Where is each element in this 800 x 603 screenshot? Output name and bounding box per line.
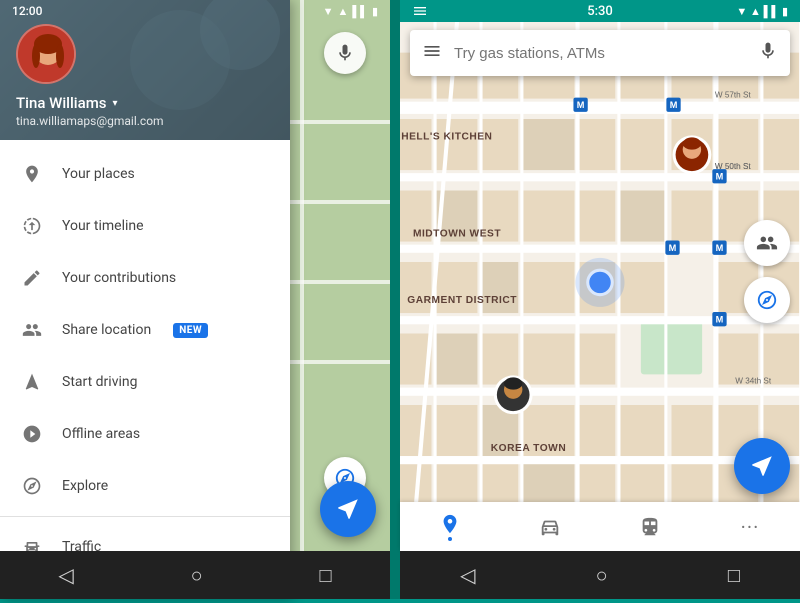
- menu-label-start-driving: Start driving: [62, 374, 137, 390]
- svg-text:M: M: [716, 243, 724, 253]
- tab-bar-right: ···: [400, 502, 800, 551]
- recent-button-left[interactable]: □: [319, 563, 331, 588]
- svg-text:HELL'S KITCHEN: HELL'S KITCHEN: [401, 131, 492, 142]
- status-bar-right: 5:30 ▼ ▲ ▌▌ ▮: [400, 0, 800, 22]
- svg-text:W 34th St: W 34th St: [735, 377, 772, 386]
- user-avatar: [16, 24, 76, 84]
- svg-text:M: M: [716, 314, 724, 324]
- time-left: 12:00: [12, 4, 42, 18]
- time-right: 5:30: [587, 4, 613, 19]
- chevron-down-icon[interactable]: ▾: [113, 98, 118, 109]
- svg-text:M: M: [577, 100, 585, 110]
- menu-label-your-contributions: Your contributions: [62, 270, 176, 286]
- svg-text:MIDTOWN WEST: MIDTOWN WEST: [413, 228, 501, 239]
- svg-text:M: M: [669, 243, 677, 253]
- tab-more[interactable]: ···: [700, 502, 800, 551]
- home-button-left[interactable]: ○: [191, 563, 203, 588]
- menu-divider: [0, 516, 290, 517]
- new-badge: NEW: [173, 323, 208, 338]
- drawer-user-name: Tina Williams ▾: [16, 94, 274, 112]
- navigation-fab-right[interactable]: [734, 438, 790, 494]
- search-bar[interactable]: [410, 30, 790, 76]
- menu-item-your-contributions[interactable]: Your contributions: [0, 252, 290, 304]
- mic-button-left[interactable]: [324, 32, 366, 74]
- menu-item-start-driving[interactable]: Start driving: [0, 356, 290, 408]
- menu-label-share-location: Share location: [62, 322, 151, 338]
- right-phone: 5:30 ▼ ▲ ▌▌ ▮: [400, 0, 800, 599]
- svg-text:GARMENT DISTRICT: GARMENT DISTRICT: [407, 295, 517, 306]
- search-input[interactable]: [454, 45, 746, 62]
- tab-active-indicator: [448, 537, 452, 541]
- tab-location[interactable]: [400, 502, 500, 551]
- drawer: Tina Williams ▾ tina.williamaps@gmail.co…: [0, 0, 290, 599]
- compass-button-right[interactable]: [744, 277, 790, 323]
- left-phone: 12:00 ▼▲▌▌▮: [0, 0, 390, 599]
- explore-icon: [20, 474, 44, 498]
- menu-label-your-timeline: Your timeline: [62, 218, 144, 234]
- map-area-right: HELL'S KITCHEN MIDTOWN WEST GARMENT DIST…: [400, 22, 800, 502]
- timeline-icon: [20, 214, 44, 238]
- menu-item-your-places[interactable]: Your places: [0, 148, 290, 200]
- search-mic-icon[interactable]: [758, 41, 778, 66]
- menu-item-explore[interactable]: Explore: [0, 460, 290, 512]
- svg-text:W 57th St: W 57th St: [715, 91, 752, 100]
- back-button-left[interactable]: ◁: [58, 563, 73, 587]
- svg-text:M: M: [716, 171, 724, 181]
- menu-item-share-location[interactable]: Share location NEW: [0, 304, 290, 356]
- nav-bar-right: ◁ ○ □: [400, 551, 800, 599]
- menu-label-your-places: Your places: [62, 166, 135, 182]
- share-location-icon: [20, 318, 44, 342]
- svg-text:KOREA TOWN: KOREA TOWN: [491, 443, 566, 454]
- hamburger-menu-icon[interactable]: [422, 41, 442, 66]
- share-location-button[interactable]: [744, 220, 790, 266]
- menu-label-explore: Explore: [62, 478, 108, 494]
- phone-divider: [390, 0, 400, 599]
- tab-transit[interactable]: [600, 502, 700, 551]
- places-icon: [20, 162, 44, 186]
- menu-label-offline-areas: Offline areas: [62, 426, 140, 442]
- back-button-right[interactable]: ◁: [460, 563, 475, 587]
- tab-driving[interactable]: [500, 502, 600, 551]
- drawer-user-email: tina.williamaps@gmail.com: [16, 114, 274, 128]
- status-icons-left: ▼▲▌▌▮: [323, 5, 378, 18]
- status-icons-right: ▼ ▲ ▌▌ ▮: [736, 5, 788, 18]
- driving-icon: [20, 370, 44, 394]
- menu-item-offline-areas[interactable]: Offline areas: [0, 408, 290, 460]
- svg-text:M: M: [670, 100, 678, 110]
- nav-bar-left: ◁ ○ □: [0, 551, 390, 599]
- offline-icon: [20, 422, 44, 446]
- navigation-fab-left[interactable]: [320, 481, 376, 537]
- drawer-menu: Your places Your timeline Your contribut…: [0, 140, 290, 599]
- home-button-right[interactable]: ○: [596, 563, 608, 588]
- menu-item-your-timeline[interactable]: Your timeline: [0, 200, 290, 252]
- status-bar-left: 12:00 ▼▲▌▌▮: [0, 0, 390, 22]
- recent-button-right[interactable]: □: [728, 563, 740, 588]
- contributions-icon: [20, 266, 44, 290]
